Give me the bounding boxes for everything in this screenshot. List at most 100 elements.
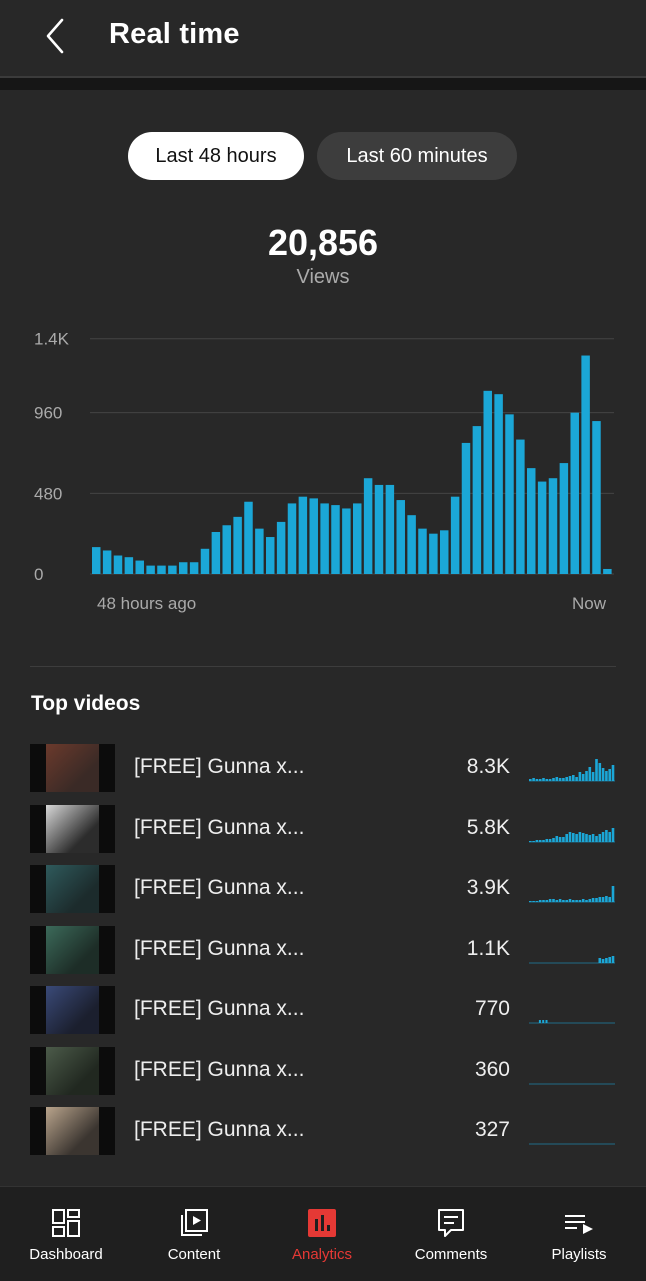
chart-bar: [135, 560, 144, 574]
video-sparkline: [529, 1083, 615, 1084]
sparkline-bar: [601, 768, 605, 781]
sparkline-bar: [545, 838, 549, 842]
chart-bar: [363, 478, 373, 574]
video-views: 3.9K: [466, 876, 510, 899]
chart-bar: [189, 562, 199, 574]
chart-bar: [179, 562, 188, 574]
video-sparkline: [529, 759, 615, 782]
sparkline-bar: [601, 958, 605, 963]
sparkline-bar: [608, 956, 611, 963]
sparkline-bar: [595, 835, 598, 842]
video-row[interactable]: [FREE] Gunna x... 360: [0, 1046, 646, 1097]
sparkline-bar: [611, 827, 615, 842]
sparkline-bar: [555, 777, 559, 781]
top-videos-title: Top videos: [31, 692, 141, 715]
chart-bar: [570, 412, 579, 574]
video-row[interactable]: [FREE] Gunna x... 3.9K: [0, 865, 646, 915]
sparkline-bar: [565, 777, 568, 781]
sparkline-bar: [545, 900, 549, 902]
video-thumbnail[interactable]: [30, 865, 115, 913]
back-arrow-icon[interactable]: [38, 16, 72, 56]
sparkline-bar: [581, 832, 585, 842]
video-row[interactable]: [FREE] Gunna x... 5.8K: [0, 804, 646, 855]
sparkline-bar: [562, 900, 565, 902]
sparkline-bar: [568, 776, 572, 781]
sparkline-bar: [591, 898, 595, 902]
chart-bar: [483, 390, 492, 574]
video-thumbnail[interactable]: [30, 744, 115, 792]
sparkline-bar: [575, 833, 578, 842]
sparkline-bar: [575, 900, 578, 902]
tab-playlists[interactable]: Playlists: [519, 1187, 639, 1281]
sparkline-bar: [532, 778, 535, 781]
views-total: 20,856: [267, 222, 379, 263]
chart-bar: [353, 503, 362, 574]
views-label: Views: [296, 266, 350, 288]
video-title: [FREE] Gunna x...: [134, 755, 305, 778]
video-thumbnail[interactable]: [30, 804, 115, 853]
sparkline-bar: [558, 836, 562, 842]
y-tick-label: 480: [34, 484, 62, 503]
tab-dashboard[interactable]: Dashboard: [6, 1187, 126, 1281]
video-sparkline: [529, 827, 615, 842]
sparkline-bar: [581, 774, 585, 781]
sparkline-bar: [535, 901, 539, 902]
chart-bar: [472, 426, 482, 574]
chart-bar: [527, 468, 536, 575]
video-row[interactable]: [FREE] Gunna x... 327: [0, 1107, 646, 1157]
sparkline-bar: [548, 779, 552, 781]
playlists-icon: [565, 1215, 593, 1234]
chart-bar: [385, 484, 395, 574]
sparkline-bar: [565, 900, 568, 902]
sparkline-bar: [585, 833, 588, 842]
chart-bar: [276, 521, 286, 574]
toggle-last-48-hours[interactable]: Last 48 hours: [128, 132, 304, 180]
chart-bar: [592, 421, 601, 574]
sparkline-bar: [585, 900, 588, 902]
sparkline-bar: [578, 772, 582, 781]
video-thumbnail[interactable]: [30, 1107, 115, 1155]
sparkline-bar: [588, 899, 592, 902]
chart-bar: [548, 478, 558, 574]
sparkline-bar: [605, 829, 608, 842]
chart-bar: [440, 530, 449, 574]
toggle-last-60-minutes[interactable]: Last 60 minutes: [317, 132, 517, 180]
sparkline-bar: [552, 899, 555, 902]
video-row[interactable]: [FREE] Gunna x... 8.3K: [0, 744, 646, 794]
video-thumbnail[interactable]: [30, 1046, 115, 1095]
chart-bar: [516, 439, 525, 574]
sparkline-bar: [542, 839, 545, 842]
sparkline-bar: [542, 900, 545, 902]
video-thumbnail[interactable]: [30, 986, 115, 1034]
video-row[interactable]: [FREE] Gunna x... 1.1K: [0, 925, 646, 976]
chart-bar: [581, 355, 590, 574]
video-sparkline: [529, 1143, 615, 1145]
sparkline-bar: [538, 1020, 541, 1023]
sparkline-bar: [548, 838, 552, 842]
thumbnail-image: [46, 925, 99, 974]
tab-content[interactable]: Content: [134, 1187, 254, 1281]
sparkline-bar: [565, 833, 568, 842]
tab-analytics[interactable]: Analytics: [262, 1187, 382, 1281]
chart-bar: [396, 500, 405, 574]
sparkline-bar: [611, 955, 615, 963]
sparkline-bar: [538, 900, 542, 902]
chart-bar: [102, 550, 112, 574]
sparkline-bar: [585, 771, 588, 781]
thumbnail-image: [46, 804, 99, 853]
chart-bar: [407, 515, 416, 574]
sparkline-bar: [548, 899, 552, 902]
video-thumbnail[interactable]: [30, 925, 115, 974]
sparkline-bar: [558, 899, 562, 902]
chart-bar: [146, 565, 155, 574]
video-title: [FREE] Gunna x...: [134, 936, 305, 960]
sparkline-bar: [568, 899, 572, 902]
sparkline-bar: [611, 886, 615, 902]
tab-label: Dashboard: [29, 1246, 103, 1263]
chart-bar: [418, 528, 427, 575]
bottom-nav: Dashboard Content Analytics Comments Pla…: [0, 1186, 646, 1281]
sparkline-bar: [608, 897, 611, 902]
video-row[interactable]: [FREE] Gunna x... 770: [0, 986, 646, 1036]
tab-comments[interactable]: Comments: [391, 1187, 511, 1281]
chart-bar: [298, 496, 308, 574]
